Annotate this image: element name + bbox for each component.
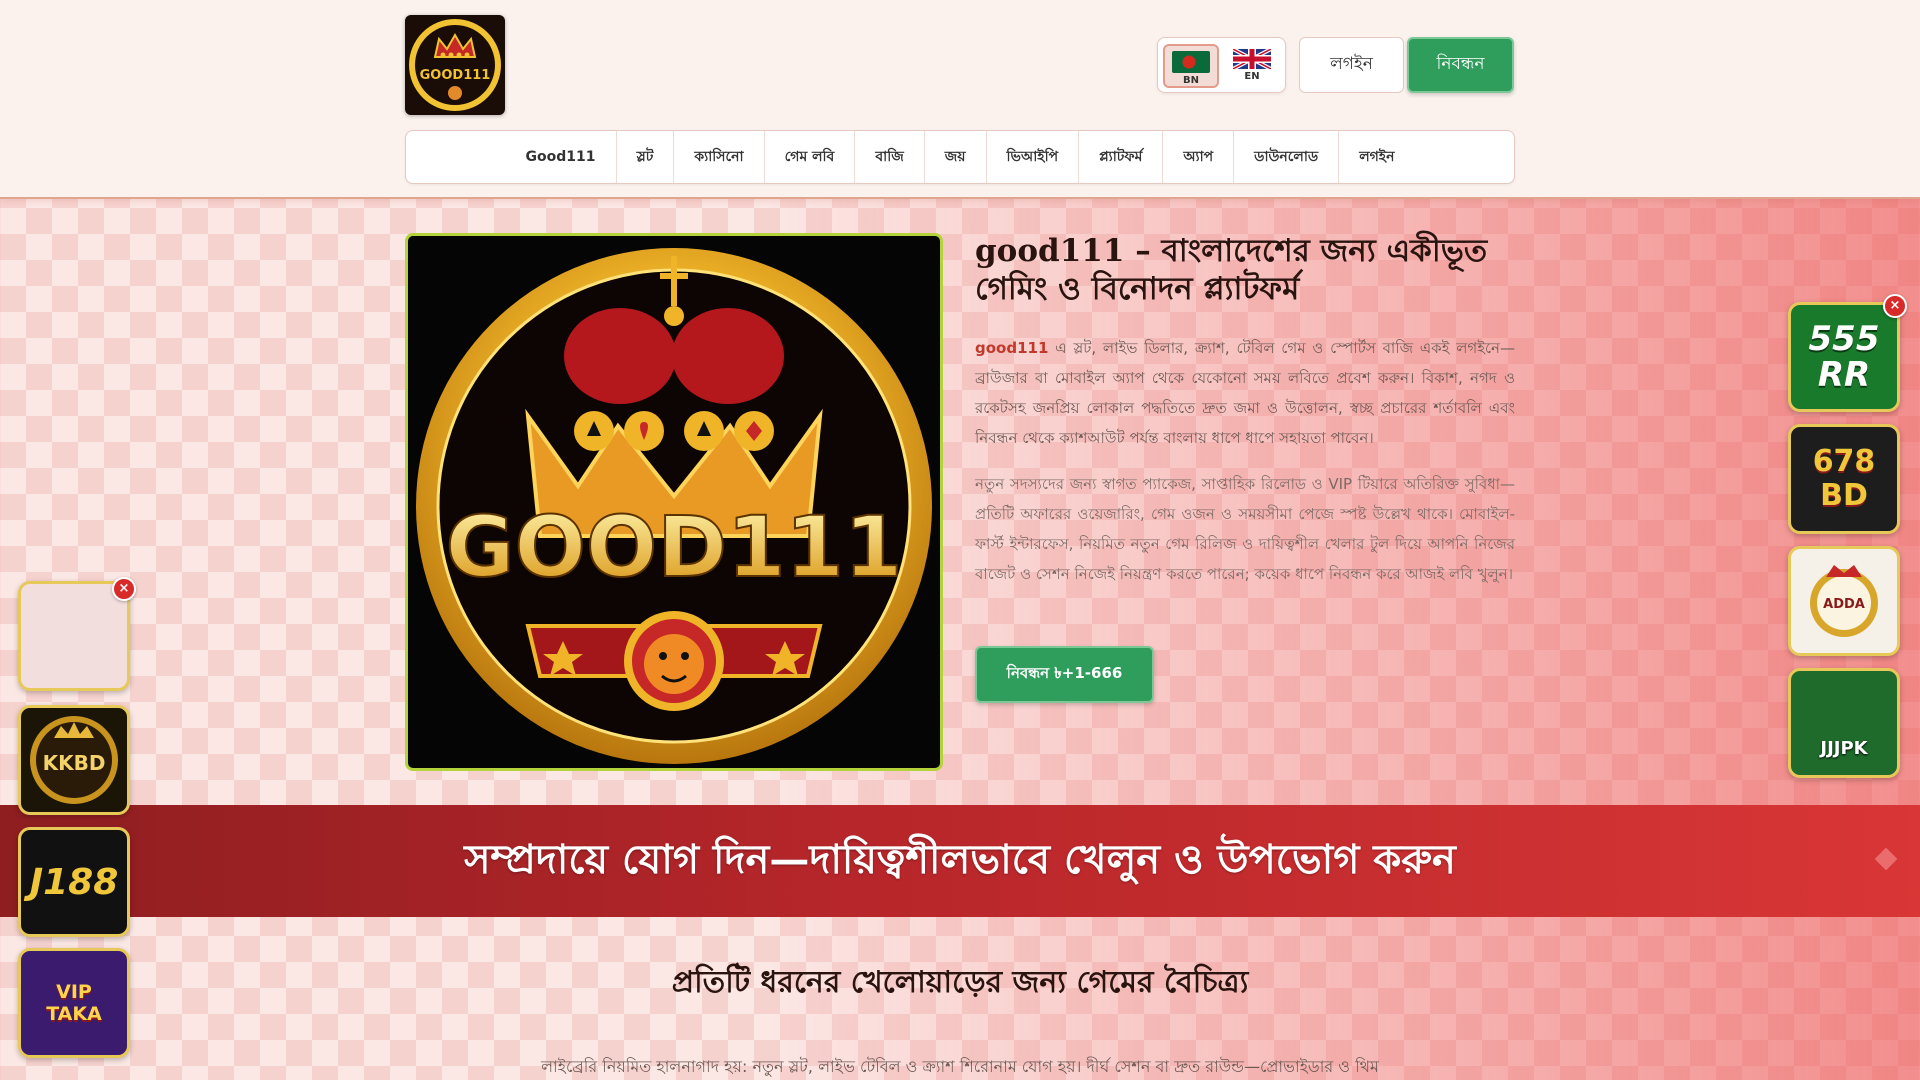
right-ad-1-label: 555 RR [1808,319,1880,395]
nav-item-download[interactable]: ডাউনলোড [1234,131,1340,183]
section-text: লাইব্রেরি নিয়মিত হালনাগাদ হয়: নতুন স্ল… [541,1057,1379,1076]
left-ad-2-label: KKBD [43,751,106,775]
hero-paragraph-1: good111 এ স্লট, লাইভ ডিলার, ক্র্যাশ, টেব… [975,333,1515,453]
kkbd-logo: KKBD [30,716,118,804]
adda-logo: ADDA [1810,565,1878,637]
nav-item-game-lobby[interactable]: গেম লবি [765,131,856,183]
uk-flag-icon [1233,49,1271,69]
nav-item-login[interactable]: লগইন [1339,131,1414,183]
nav-item-home[interactable]: Good111 [506,131,617,183]
banner-text: সম্প্রদায়ে যোগ দিন—দায়িত্বশীলভাবে খেলু… [464,835,1456,883]
community-banner: সম্প্রদায়ে যোগ দিন—দায়িত্বশীলভাবে খেলু… [0,805,1920,917]
bangladesh-flag-icon [1172,51,1210,73]
right-ad-3[interactable]: ADDA [1788,546,1900,656]
nav-item-betting[interactable]: বাজি [855,131,925,183]
lang-bn-button[interactable]: BN [1163,44,1219,88]
right-ad-3-label: ADDA [1823,597,1865,612]
site-header: GOOD111 BN EN লগইন নিবন্ধন Good111 স্লট … [0,0,1920,199]
hero-register-button[interactable]: নিবন্ধন ৳+1-666 [975,646,1154,703]
site-logo[interactable]: GOOD111 [405,15,505,115]
language-switcher: BN EN [1157,37,1286,93]
hero-logo-image: GOOD111 [405,233,943,771]
nav-item-slots[interactable]: স্লট [617,131,675,183]
right-ad-1[interactable]: 555 RR [1788,302,1900,412]
left-ad-1[interactable] [18,581,130,691]
register-button[interactable]: নিবন্ধন [1407,37,1514,93]
hero-brand-link[interactable]: good111 [975,339,1048,357]
left-ad-4-label: VIP TAKA [46,981,102,1025]
section-title: প্রতিটি ধরনের খেলোয়াড়ের জন্য গেমের বৈচ… [671,965,1249,1000]
left-ad-2[interactable]: KKBD [18,705,130,815]
right-ad-2-label: 678 BD [1812,444,1876,513]
left-ads-close-icon[interactable]: × [112,577,136,601]
nav-item-win[interactable]: জয় [925,131,987,183]
left-ad-3[interactable]: J188 [18,827,130,937]
login-button[interactable]: লগইন [1299,37,1404,93]
hero-title: good111 – বাংলাদেশের জন্য একীভূত গেমিং ও… [975,233,1488,307]
right-ads-close-icon[interactable]: × [1883,294,1907,318]
right-ad-4-label: JJJPK [1820,738,1868,759]
diamond-icon [1874,847,1898,871]
lang-en-button[interactable]: EN [1224,44,1280,88]
nav-item-vip[interactable]: ভিআইপি [987,131,1080,183]
left-ad-4[interactable]: VIP TAKA [18,948,130,1058]
nav-item-app[interactable]: অ্যাপ [1163,131,1235,183]
right-ad-2[interactable]: 678 BD [1788,424,1900,534]
main-nav: Good111 স্লট ক্যাসিনো গেম লবি বাজি জয় ভ… [405,130,1515,184]
hero-paragraph-1-text: এ স্লট, লাইভ ডিলার, ক্র্যাশ, টেবিল গেম ও… [975,339,1515,447]
nav-item-platform[interactable]: প্ল্যাটফর্ম [1079,131,1164,183]
lang-en-label: EN [1244,71,1260,82]
left-ad-3-label: J188 [29,861,119,903]
logo-text: GOOD111 [420,68,491,83]
nav-item-casino[interactable]: ক্যাসিনো [674,131,765,183]
lang-bn-label: BN [1183,75,1199,86]
hero-paragraph-2: নতুন সদস্যদের জন্য স্বাগত প্যাকেজ, সাপ্ত… [975,475,1515,583]
right-ad-4[interactable]: JJJPK [1788,668,1900,778]
hero-logo-text: GOOD111 [446,498,903,596]
